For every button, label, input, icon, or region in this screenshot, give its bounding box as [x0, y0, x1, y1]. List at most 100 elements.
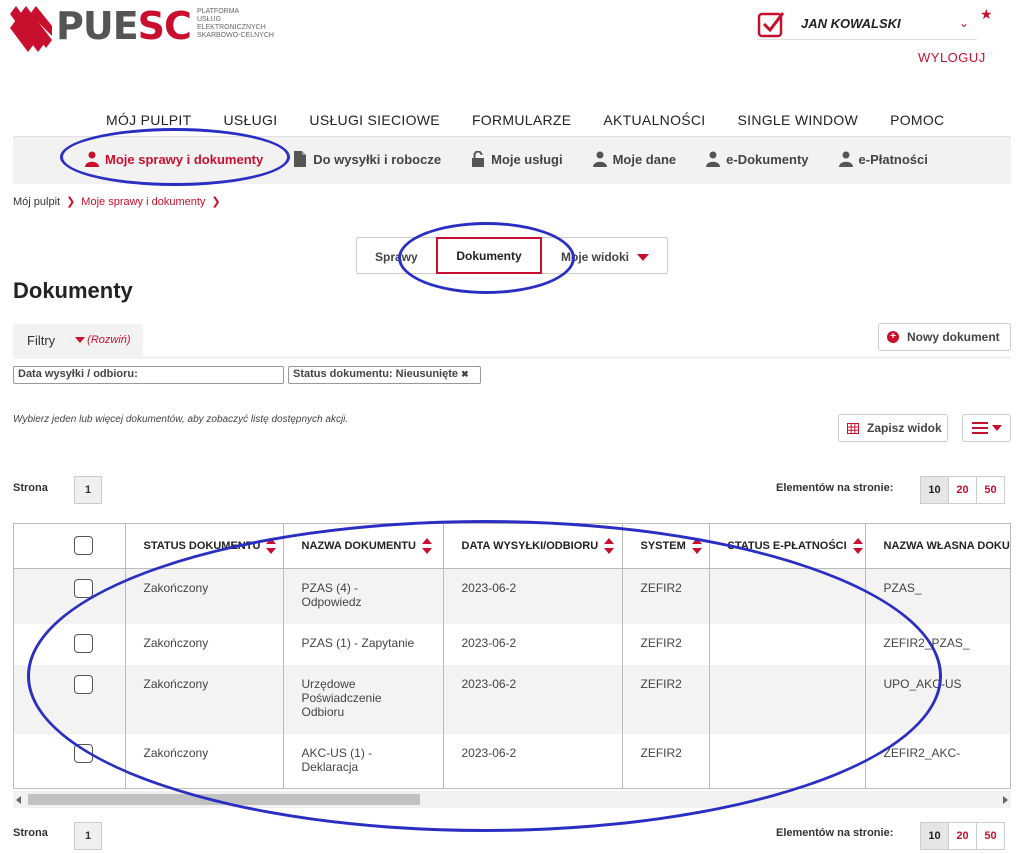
column-header-payment-status[interactable]: STATUS E-PŁATNOŚCI	[709, 524, 866, 569]
filters-toggle[interactable]: Filtry (Rozwiń)	[13, 324, 143, 356]
page-number-button[interactable]: 1	[74, 476, 102, 504]
person-icon	[592, 151, 607, 167]
per-page-50[interactable]: 50	[976, 476, 1005, 504]
save-view-button[interactable]: Zapisz widok	[838, 414, 948, 442]
person-icon	[85, 151, 99, 167]
per-page-20[interactable]: 20	[948, 822, 977, 850]
cell-status: Zakończony	[125, 665, 284, 734]
sort-icon[interactable]	[852, 537, 863, 555]
column-header-name[interactable]: NAZWA DOKUMENTU	[283, 524, 444, 569]
table-grid-icon	[847, 422, 859, 434]
columns-menu-button[interactable]	[962, 414, 1011, 442]
chevron-right-icon: ❯	[211, 196, 221, 208]
row-checkbox[interactable]	[74, 744, 93, 763]
page-label: Strona	[13, 827, 48, 839]
user-menu[interactable]: JAN KOWALSKI ⌄	[757, 8, 977, 40]
per-page-20[interactable]: 20	[948, 476, 977, 504]
row-checkbox[interactable]	[74, 634, 93, 653]
per-page-selector: 10 20 50	[920, 822, 1005, 850]
scroll-left-icon[interactable]	[16, 796, 21, 804]
sort-icon[interactable]	[266, 537, 277, 555]
filter-chip-date[interactable]: Data wysyłki / odbioru:	[13, 366, 284, 384]
subnav-moje-uslugi[interactable]: Moje usługi	[471, 151, 563, 167]
subnav-do-wysylki[interactable]: Do wysyłki i robocze	[293, 151, 441, 167]
subnav-moje-dane[interactable]: Moje dane	[592, 151, 676, 167]
user-name: JAN KOWALSKI	[801, 16, 901, 31]
per-page-selector: 10 20 50	[920, 476, 1005, 504]
select-all-checkbox[interactable]	[74, 536, 93, 556]
chevron-down-icon[interactable]: ⌄	[959, 16, 969, 30]
filters-label: Filtry	[27, 332, 56, 348]
nav-single-window[interactable]: SINGLE WINDOW	[722, 112, 875, 128]
scrollbar-thumb[interactable]	[28, 794, 420, 805]
table-row[interactable]: Zakończony AKC-US (1) - Deklaracja 2023-…	[14, 734, 1010, 788]
cell-status: Zakończony	[125, 734, 284, 788]
cell-payment-status	[709, 665, 866, 734]
filters-expand[interactable]: (Rozwiń)	[75, 334, 130, 346]
row-checkbox[interactable]	[74, 578, 93, 598]
per-page-10[interactable]: 10	[920, 822, 949, 850]
nav-aktualnosci[interactable]: AKTUALNOŚCI	[587, 112, 721, 128]
document-icon	[294, 151, 307, 167]
cell-status: Zakończony	[125, 568, 284, 624]
breadcrumb-moj-pulpit[interactable]: Mój pulpit	[13, 196, 60, 208]
cell-system: ZEFIR2	[622, 568, 710, 624]
tab-moje-widoki[interactable]: Moje widoki	[561, 250, 650, 264]
column-header-date[interactable]: DATA WYSYŁKI/ODBIORU	[443, 524, 623, 569]
filter-chip-status[interactable]: Status dokumentu: Nieusunięte ✖	[288, 366, 481, 384]
horizontal-scrollbar[interactable]	[13, 791, 1011, 808]
nav-formularze[interactable]: FORMULARZE	[456, 112, 587, 128]
cell-system: ZEFIR2	[622, 734, 710, 788]
sort-icon[interactable]	[604, 537, 615, 555]
nav-uslugi-sieciowe[interactable]: USŁUGI SIECIOWE	[293, 112, 456, 128]
star-icon[interactable]: ★	[980, 6, 993, 23]
documents-table: STATUS DOKUMENTU NAZWA DOKUMENTU DATA WY…	[13, 523, 1011, 789]
page-title: Dokumenty	[13, 278, 133, 303]
page-number-button[interactable]: 1	[74, 822, 102, 850]
logout-link[interactable]: WYLOGUJ	[918, 50, 986, 65]
filters-divider	[13, 356, 1011, 359]
view-tabs: Sprawy Dokumenty Moje widoki	[356, 237, 668, 274]
cell-own-name: PZAS_	[865, 568, 1010, 624]
nav-uslugi[interactable]: USŁUGI	[207, 112, 293, 128]
table-row[interactable]: Zakończony Urzędowe Poświadczenie Odbior…	[14, 665, 1010, 734]
table-row[interactable]: Zakończony PZAS (1) - Zapytanie 2023-06-…	[14, 624, 1010, 665]
lock-icon	[472, 151, 485, 167]
subnav-e-platnosci[interactable]: e-Płatności	[838, 151, 928, 167]
breadcrumb-moje-sprawy[interactable]: Moje sprawy i dokumenty	[81, 196, 205, 208]
row-checkbox[interactable]	[74, 675, 93, 694]
subnav-moje-sprawy[interactable]: Moje sprawy i dokumenty	[85, 151, 263, 167]
tab-dokumenty[interactable]: Dokumenty	[436, 237, 542, 274]
chevron-right-icon: ❯	[66, 196, 76, 208]
person-icon	[706, 151, 721, 167]
cell-name[interactable]: Urzędowe Poświadczenie Odbioru	[283, 665, 444, 734]
new-document-button[interactable]: + Nowy dokument	[878, 323, 1011, 351]
scroll-right-icon[interactable]	[1003, 796, 1008, 804]
puesc-logo[interactable]: PUESC PLATFORMA USŁUG ELEKTRONICZNYCH SK…	[10, 6, 287, 52]
cell-date: 2023-06-2	[443, 568, 623, 624]
cell-payment-status	[709, 734, 866, 788]
plus-circle-icon: +	[887, 331, 899, 343]
column-header-status[interactable]: STATUS DOKUMENTU	[125, 524, 284, 569]
remove-filter-icon[interactable]: ✖	[461, 369, 469, 379]
per-page-50[interactable]: 50	[976, 822, 1005, 850]
cell-name[interactable]: PZAS (1) - Zapytanie	[283, 624, 444, 665]
tab-sprawy[interactable]: Sprawy	[375, 250, 418, 264]
nav-pomoc[interactable]: POMOC	[874, 112, 960, 128]
table-row[interactable]: Zakończony PZAS (4) - Odpowiedz 2023-06-…	[14, 568, 1010, 624]
cell-status: Zakończony	[125, 624, 284, 665]
main-nav: MÓJ PULPIT USŁUGI USŁUGI SIECIOWE FORMUL…	[90, 112, 960, 128]
nav-moj-pulpit[interactable]: MÓJ PULPIT	[90, 112, 207, 128]
hamburger-icon	[971, 422, 988, 434]
column-header-own-name[interactable]: NAZWA WŁASNA DOKUM	[865, 524, 1010, 569]
cell-name[interactable]: PZAS (4) - Odpowiedz	[283, 568, 444, 624]
column-header-system[interactable]: SYSTEM	[622, 524, 710, 569]
per-page-10[interactable]: 10	[920, 476, 949, 504]
per-page-label: Elementów na stronie:	[776, 827, 894, 839]
sort-icon[interactable]	[691, 537, 702, 555]
subnav-e-dokumenty[interactable]: e-Dokumenty	[706, 151, 809, 167]
cell-date: 2023-06-2	[443, 734, 623, 788]
cell-name[interactable]: AKC-US (1) - Deklaracja	[283, 734, 444, 788]
sort-icon[interactable]	[421, 537, 432, 555]
checkbox-check-icon	[757, 11, 785, 37]
